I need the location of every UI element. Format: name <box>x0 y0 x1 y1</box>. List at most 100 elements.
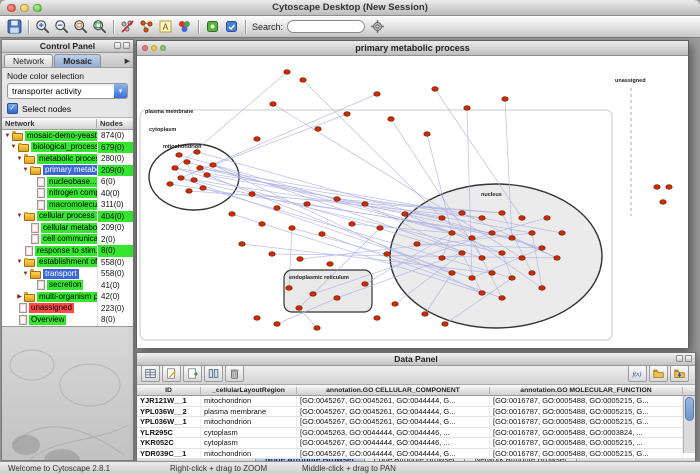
maximize-view-button[interactable] <box>160 45 166 51</box>
select-attributes-icon[interactable] <box>141 365 160 382</box>
hide-selected-icon[interactable] <box>119 18 136 35</box>
tree-item-cell-communica[interactable]: ▼ cell communica... 2(0) <box>2 234 133 246</box>
close-data-panel-button[interactable] <box>685 355 692 362</box>
table-row-yjr121w-1[interactable]: YJR121W__1 mitochondrion [GO:0045267, GO… <box>137 396 695 407</box>
export-attributes-icon[interactable] <box>670 365 689 382</box>
tree-item-nucleobase[interactable]: ▼ nucleobase... 6(0) <box>2 176 133 188</box>
tree-item-response-to-stim[interactable]: ▼ response to stim... 8(0) <box>2 245 133 257</box>
search-input[interactable] <box>287 20 365 33</box>
table-row-ykr052c[interactable]: YKR052C cytoplasm [GO:0045267, GO:004444… <box>137 438 695 449</box>
svg-text:mitochondrion: mitochondrion <box>163 144 202 150</box>
zoom-fit-content-icon[interactable] <box>91 18 108 35</box>
table-row-ylr295c[interactable]: YLR295C cytoplasm [GO:0045263, GO:004444… <box>137 428 695 439</box>
tree-expand-arrow-icon[interactable]: ▼ <box>16 213 23 219</box>
attribute-columns-icon[interactable] <box>204 365 223 382</box>
network-tree: ▼ mosaic-demo-yeast 874(0) ▼ biological_… <box>2 130 133 326</box>
network-folder-icon <box>24 156 35 164</box>
tree-item-multi-organism-pr[interactable]: ▶ multi-organism pr... 42(0) <box>2 291 133 303</box>
float-data-panel-button[interactable] <box>676 355 683 362</box>
close-view-button[interactable] <box>142 45 148 51</box>
tree-item-overview[interactable]: ▼ Overview 8(0) <box>2 314 133 326</box>
tree-item-cellular-metabo[interactable]: ▼ cellular metabo... 209(0) <box>2 222 133 234</box>
network-view-titlebar[interactable]: primary metabolic process <box>137 41 688 56</box>
control-panel-titlebar[interactable]: Control Panel <box>2 40 133 53</box>
plugin-icon-1[interactable] <box>204 18 221 35</box>
column-header-annotation-go-molecular-function[interactable]: annotation.GO MOLECULAR_FUNCTION <box>490 387 683 394</box>
tree-item-label: biological_process <box>31 142 97 152</box>
tab-network[interactable]: Network <box>4 54 53 67</box>
data-panel-title: Data Panel <box>394 354 437 364</box>
tree-expand-arrow-icon[interactable]: ▼ <box>16 259 23 265</box>
annotation-icon[interactable]: A <box>157 18 174 35</box>
column-header-annotation-go-cellular-component[interactable]: annotation.GO CELLULAR_COMPONENT <box>297 387 490 394</box>
new-attribute-icon[interactable] <box>183 365 202 382</box>
select-nodes-label: Select nodes <box>22 104 71 114</box>
tree-item-node-count: 42(0) <box>97 291 133 303</box>
tree-item-cellular-process[interactable]: ▼ cellular process 404(0) <box>2 211 133 223</box>
tree-expand-arrow-icon[interactable]: ▼ <box>4 133 11 139</box>
tab-mosaic[interactable]: Mosaic <box>54 54 101 67</box>
save-icon[interactable] <box>6 18 23 35</box>
node-color-dropdown[interactable]: transporter activity ▾ <box>7 83 128 99</box>
tree-expand-arrow-icon[interactable]: ▼ <box>10 144 17 150</box>
tree-expand-arrow-icon[interactable]: ▼ <box>16 156 23 162</box>
function-builder-icon[interactable]: f(x) <box>628 365 647 382</box>
network-page-icon <box>37 188 45 198</box>
tree-item-unassigned[interactable]: ▼ unassigned 223(0) <box>2 303 133 315</box>
column-header-cellularlayoutregion[interactable]: _cellularLayoutRegion <box>201 387 297 394</box>
network-page-icon <box>31 234 39 244</box>
scrollbar-thumb[interactable] <box>685 397 694 421</box>
delete-attribute-icon[interactable] <box>225 365 244 382</box>
tree-item-metabolic-process[interactable]: ▼ metabolic process 280(0) <box>2 153 133 165</box>
tree-item-primary-metabo[interactable]: ▼ primary metabo... 209(0) <box>2 165 133 177</box>
settings-icon[interactable] <box>369 18 386 35</box>
overview-thumbnail[interactable] <box>2 326 133 460</box>
tree-item-label: nitrogen compo... <box>47 188 97 198</box>
tree-item-biological-process[interactable]: ▼ biological_process 679(0) <box>2 142 133 154</box>
svg-text:unassigned: unassigned <box>615 78 646 84</box>
data-panel: Data Panel f(x) ID_cellularLayoutRegiona… <box>136 352 696 462</box>
cell-region: cytoplasm <box>201 428 297 438</box>
tree-expand-arrow-icon[interactable]: ▶ <box>16 293 23 300</box>
tree-item-label: primary metabo... <box>43 165 97 175</box>
data-panel-titlebar[interactable]: Data Panel <box>137 353 695 366</box>
network-canvas[interactable]: mitochondrionnucleusendoplasmic reticulu… <box>137 56 688 348</box>
tree-expand-arrow-icon[interactable]: ▼ <box>22 271 29 277</box>
tree-item-mosaic-demo-yeast[interactable]: ▼ mosaic-demo-yeast 874(0) <box>2 130 133 142</box>
tree-item-transport[interactable]: ▼ transport 558(0) <box>2 268 133 280</box>
tree-item-macromolecul[interactable]: ▼ macromolecul... 311(0) <box>2 199 133 211</box>
more-tabs-arrow-icon[interactable]: ▶ <box>122 57 133 67</box>
table-row-ypl036w-2[interactable]: YPL036W__2 plasma membrane [GO:0045267, … <box>137 407 695 418</box>
zoom-window-button[interactable] <box>33 4 42 13</box>
table-row-ydr039c-1[interactable]: YDR039C__1 mitochondrion [GO:0045267, GO… <box>137 449 695 460</box>
select-nodes-checkbox[interactable]: ✓ <box>7 103 18 114</box>
tree-item-node-count: 6(0) <box>97 176 133 188</box>
table-row-ypl036w-1[interactable]: YPL036W__1 mitochondrion [GO:0045267, GO… <box>137 417 695 428</box>
zoom-out-icon[interactable] <box>53 18 70 35</box>
new-network-from-selection-icon[interactable] <box>138 18 155 35</box>
float-panel-button[interactable] <box>114 42 121 49</box>
tree-item-nitrogen-compo[interactable]: ▼ nitrogen compo... 40(0) <box>2 188 133 200</box>
minimize-window-button[interactable] <box>20 4 29 13</box>
window-titlebar[interactable]: Cytoscape Desktop (New Session) <box>0 0 700 16</box>
tree-item-secretion[interactable]: ▼ secretion 41(0) <box>2 280 133 292</box>
minimize-view-button[interactable] <box>151 45 157 51</box>
plugin-icon-2[interactable] <box>223 18 240 35</box>
zoom-selected-region-icon[interactable] <box>72 18 89 35</box>
network-folder-icon <box>24 213 35 221</box>
tree-item-label: unassigned <box>29 303 74 313</box>
close-window-button[interactable] <box>7 4 16 13</box>
zoom-in-icon[interactable] <box>34 18 51 35</box>
table-scrollbar[interactable] <box>683 396 695 453</box>
network-page-icon <box>37 177 45 187</box>
tree-expand-arrow-icon[interactable]: ▼ <box>22 167 29 173</box>
close-panel-button[interactable] <box>123 42 130 49</box>
main-toolbar: A Search: <box>0 16 700 38</box>
vizmapper-icon[interactable] <box>176 18 193 35</box>
edit-attribute-icon[interactable] <box>162 365 181 382</box>
column-header-id[interactable]: ID <box>137 387 201 394</box>
status-zoom-hint: Right-click + drag to ZOOM <box>170 464 267 473</box>
import-attributes-icon[interactable] <box>649 365 668 382</box>
cell-molecular-function: [GO:0016787, GO:0005488, GO:0005215, G..… <box>490 396 683 406</box>
tree-item-establishment-of-l[interactable]: ▼ establishment of l... 558(0) <box>2 257 133 269</box>
